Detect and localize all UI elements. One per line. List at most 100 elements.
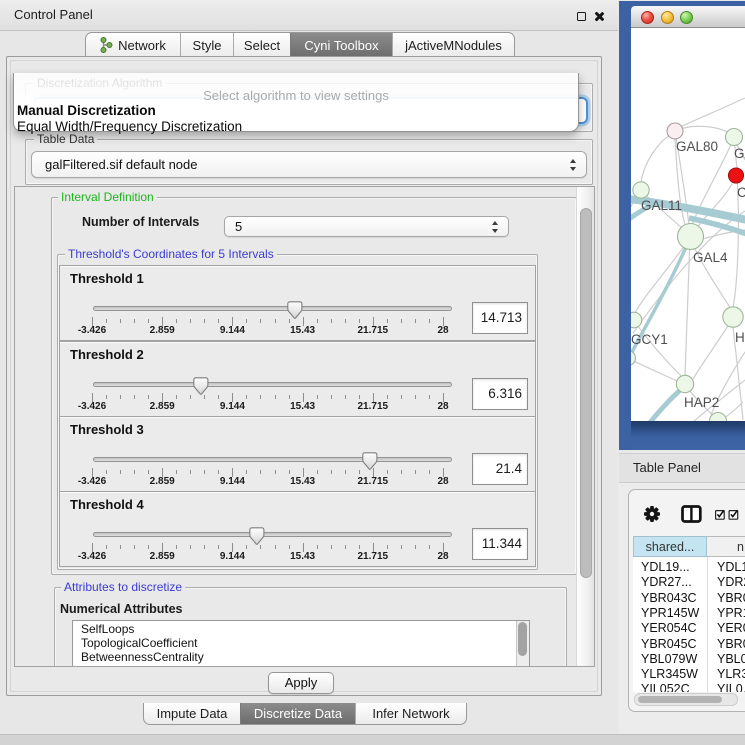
close-light-icon[interactable] bbox=[641, 11, 654, 24]
slider-tick-label: -3.426 bbox=[67, 325, 117, 336]
slider-tick bbox=[317, 395, 318, 399]
float-window-icon[interactable] bbox=[577, 12, 586, 21]
network-node-label: H bbox=[735, 330, 745, 345]
network-node-green[interactable] bbox=[723, 307, 743, 327]
settings-scrollbar-thumb[interactable] bbox=[580, 208, 592, 578]
attributes-list-scrollbar[interactable] bbox=[516, 621, 529, 667]
algorithm-option-1[interactable]: Manual Discretization bbox=[17, 103, 156, 118]
slider-tick bbox=[289, 545, 290, 549]
threshold-value-field[interactable]: 6.316 bbox=[472, 378, 528, 410]
table-row[interactable]: YBR045CYBR0... bbox=[633, 637, 745, 652]
node-table-box: shared... n... YDL19...YDL1...YDR27...YD… bbox=[628, 489, 745, 712]
tab-infer-network[interactable]: Infer Network bbox=[355, 703, 466, 724]
table-row[interactable]: YIL052CYIL0... bbox=[633, 682, 745, 692]
apply-button[interactable]: Apply bbox=[268, 672, 334, 694]
network-graph[interactable]: GAL80GACGAL11GAL4GCY1HHAP2 bbox=[631, 28, 745, 421]
slider-track[interactable] bbox=[93, 306, 452, 311]
slider-tick-label: 21.715 bbox=[348, 476, 398, 487]
network-node-green[interactable] bbox=[678, 224, 704, 250]
attributes-scrollbar-thumb[interactable] bbox=[518, 622, 527, 656]
network-node-label: GA bbox=[734, 146, 745, 161]
tab-network[interactable]: Network bbox=[86, 33, 180, 57]
table-row[interactable]: YLR345WYLR3... bbox=[633, 667, 745, 682]
slider-track[interactable] bbox=[93, 532, 452, 537]
slider-tick bbox=[345, 545, 346, 549]
slider-thumb[interactable] bbox=[362, 452, 378, 471]
tab-select[interactable]: Select bbox=[233, 33, 290, 57]
table-data-select[interactable]: galFiltered.sif default node bbox=[31, 151, 587, 178]
network-edge bbox=[634, 321, 683, 378]
slider-tick bbox=[401, 319, 402, 323]
slider-thumb[interactable] bbox=[193, 377, 209, 396]
network-node-green[interactable] bbox=[676, 375, 693, 392]
slider-tick bbox=[331, 545, 332, 549]
slider-tick bbox=[120, 545, 121, 549]
network-node-green[interactable] bbox=[633, 182, 649, 198]
network-canvas[interactable]: GAL80GACGAL11GAL4GCY1HHAP2 bbox=[631, 28, 745, 421]
network-node-pink[interactable] bbox=[667, 123, 683, 139]
tab-label: Infer Network bbox=[372, 706, 449, 721]
slider-tick-label: 21.715 bbox=[348, 401, 398, 412]
slider-tick bbox=[176, 319, 177, 323]
slider-tick bbox=[429, 395, 430, 399]
slider-tick bbox=[317, 545, 318, 549]
gear-icon-part bbox=[644, 506, 660, 522]
network-node-red[interactable] bbox=[729, 168, 744, 183]
settings-scroll-area: Interval Definition Number of Intervals … bbox=[14, 186, 595, 667]
columns-icon[interactable] bbox=[681, 505, 702, 523]
screenshot-stage: Control Panel NetworkStyleSelectCyni Too… bbox=[0, 0, 745, 745]
tab-discretize-data[interactable]: Discretize Data bbox=[240, 703, 355, 724]
threshold-value-field[interactable]: 14.713 bbox=[472, 302, 528, 334]
slider-tick bbox=[106, 545, 107, 549]
cell-shared-name: YBR043C bbox=[641, 591, 697, 606]
minimize-light-icon[interactable] bbox=[661, 11, 674, 24]
tab-cyni-toolbox[interactable]: Cyni Toolbox bbox=[290, 33, 392, 57]
attribute-list-item[interactable]: SelfLoops bbox=[73, 623, 529, 637]
slider-tick bbox=[176, 545, 177, 549]
threshold-value-field[interactable]: 11.344 bbox=[472, 528, 528, 560]
attribute-list-item[interactable]: BetweennessCentrality bbox=[73, 651, 529, 665]
slider-track[interactable] bbox=[93, 457, 452, 462]
column-header-shared-name[interactable]: shared... bbox=[633, 536, 707, 557]
algorithm-dropdown-prompt: Select algorithm to view settings bbox=[14, 88, 578, 103]
table-row[interactable]: YER054CYER0... bbox=[633, 621, 745, 636]
cell-name: YPR1... bbox=[717, 606, 745, 621]
checkbox-icons[interactable] bbox=[715, 509, 741, 520]
threshold-value-field[interactable]: 21.4 bbox=[472, 453, 528, 485]
table-row[interactable]: YDL19...YDL1... bbox=[633, 560, 745, 575]
slider-tick-label: 2.859 bbox=[137, 551, 187, 562]
algorithm-dropdown-popup: Select algorithm to view settings Manual… bbox=[13, 73, 579, 132]
attribute-list-item[interactable]: TopologicalCoefficient bbox=[73, 637, 529, 651]
table-horizontal-scrollbar[interactable] bbox=[634, 693, 738, 706]
table-scrollbar-thumb[interactable] bbox=[638, 696, 722, 703]
number-of-intervals-select[interactable]: 5 bbox=[224, 216, 509, 237]
spinner-stepper-icon bbox=[492, 221, 499, 233]
settings-vertical-scrollbar[interactable] bbox=[576, 187, 594, 666]
column-header-name[interactable]: n... bbox=[707, 536, 745, 557]
threshold-panel-4: Threshold 4-3.4262.8599.14415.4321.71528… bbox=[59, 491, 536, 567]
checkbox-icons-part bbox=[729, 510, 738, 519]
table-row[interactable]: YDR27...YDR2... bbox=[633, 575, 745, 590]
slider-track[interactable] bbox=[93, 382, 452, 387]
tab-impute-data[interactable]: Impute Data bbox=[144, 703, 240, 724]
tab-style[interactable]: Style bbox=[180, 33, 233, 57]
network-node-green[interactable] bbox=[631, 351, 636, 366]
zoom-light-icon[interactable] bbox=[680, 11, 693, 24]
network-node-green[interactable] bbox=[726, 129, 743, 146]
algorithm-option-2[interactable]: Equal Width/Frequency Discretization bbox=[17, 119, 242, 134]
table-row[interactable]: YPR145WYPR1... bbox=[633, 606, 745, 621]
close-icon[interactable] bbox=[594, 11, 604, 21]
network-node-green[interactable] bbox=[631, 312, 642, 328]
tab-jactivemnodules[interactable]: jActiveMNodules bbox=[392, 33, 514, 57]
table-row[interactable]: YBR043CYBR0... bbox=[633, 591, 745, 606]
table-row[interactable]: YBL079WYBL0... bbox=[633, 652, 745, 667]
slider-thumb[interactable] bbox=[249, 527, 265, 546]
node-table[interactable]: shared... n... YDL19...YDL1...YDR27...YD… bbox=[633, 536, 745, 692]
gear-icon[interactable] bbox=[643, 505, 661, 523]
slider-tick bbox=[148, 319, 149, 323]
attributes-group-title: Attributes to discretize bbox=[61, 580, 185, 594]
numerical-attributes-list[interactable]: SelfLoopsTopologicalCoefficientBetweenne… bbox=[72, 620, 530, 667]
slider-thumb[interactable] bbox=[287, 301, 303, 320]
thresholds-group-title: Threshold's Coordinates for 5 Intervals bbox=[65, 247, 277, 261]
slider-tick bbox=[148, 545, 149, 549]
